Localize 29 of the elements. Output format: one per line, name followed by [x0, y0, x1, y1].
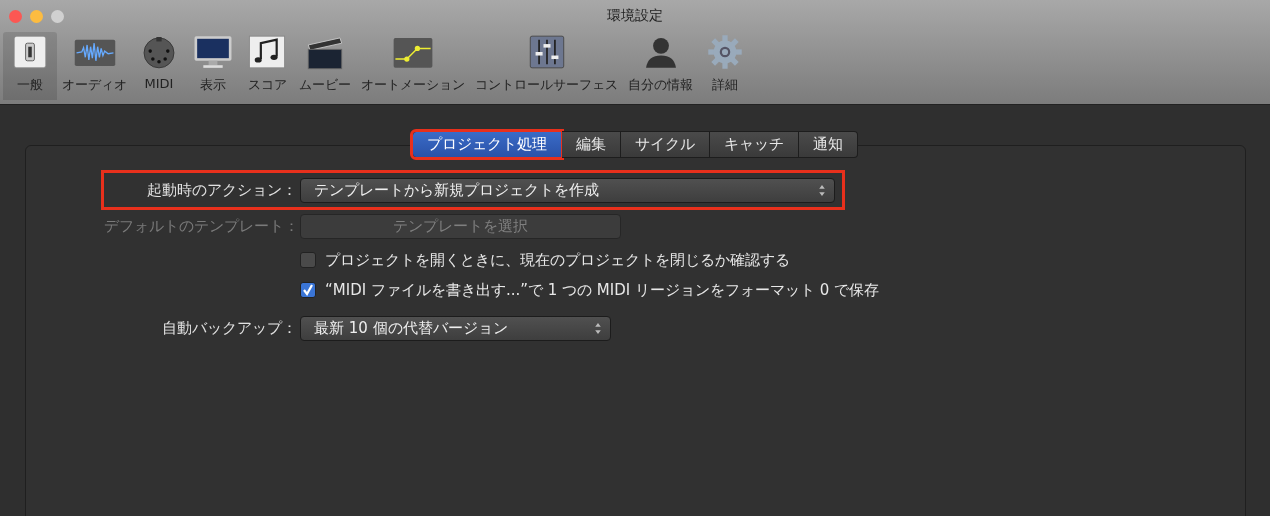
toolbar-item[interactable]: オートメーション	[356, 32, 470, 100]
popup-menu[interactable]: 最新 10 個の代替バージョン	[300, 315, 611, 341]
close-button[interactable]	[9, 9, 22, 23]
popup-menu[interactable]: テンプレートから新規プロジェクトを作成	[300, 177, 835, 203]
checkbox-label: プロジェクトを開くときに、現在のプロジェクトを閉じるか確認する	[325, 250, 790, 270]
field-label: 自動バックアップ：	[162, 319, 297, 337]
tab[interactable]: キャッチ	[710, 131, 799, 158]
zoom-button[interactable]	[51, 9, 64, 23]
minimize-button[interactable]	[30, 9, 43, 23]
toolbar-item[interactable]: オーディオ	[57, 32, 132, 100]
checkbox-label: “MIDI ファイルを書き出す...”で 1 つの MIDI リージョンをフォーマット 0 で保存	[325, 280, 879, 300]
updown-arrows-icon	[818, 183, 826, 197]
toolbar-item[interactable]: MIDI	[132, 32, 186, 100]
toolbar-item[interactable]: 表示	[186, 32, 240, 100]
toolbar-item[interactable]: コントロールサーフェス	[470, 32, 623, 100]
tab[interactable]: 通知	[799, 131, 858, 158]
checkbox[interactable]	[300, 282, 316, 298]
toolbar-item[interactable]: ムービー	[294, 32, 356, 100]
toolbar-item[interactable]: 詳細	[698, 32, 752, 100]
tab[interactable]: プロジェクト処理	[412, 131, 562, 158]
updown-arrows-icon	[594, 321, 602, 335]
checkbox[interactable]	[300, 252, 316, 268]
tab[interactable]: 編集	[562, 131, 621, 158]
field-label: デフォルトのテンプレート：	[104, 217, 299, 235]
toolbar-item[interactable]: 自分の情報	[623, 32, 698, 100]
field-label: 起動時のアクション：	[147, 181, 297, 199]
window-title: 環境設定	[607, 7, 663, 25]
toolbar-item[interactable]: スコア	[240, 32, 294, 100]
tab[interactable]: サイクル	[621, 131, 710, 158]
